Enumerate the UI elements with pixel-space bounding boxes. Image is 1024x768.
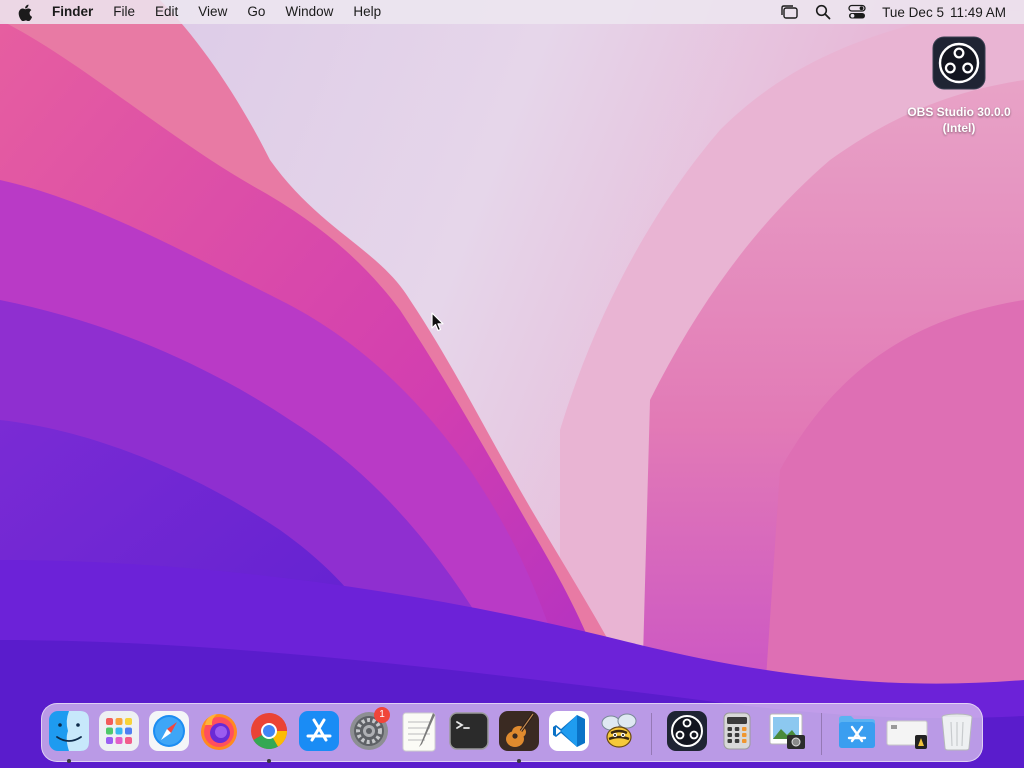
dock-item-downloads[interactable] [835,709,879,755]
dock-item-bee-app[interactable] [597,709,641,755]
terminal-icon [449,712,489,750]
dock-item-calculator[interactable] [715,709,759,755]
dock-item-launchpad[interactable] [97,709,141,755]
desktop-icon-obs-studio[interactable]: OBS Studio 30.0.0 (Intel) [896,36,1022,136]
menu-clock[interactable]: Tue Dec 5 11:49 AM [874,5,1014,20]
obs-icon [667,711,707,751]
control-center-icon[interactable] [840,0,874,24]
dock-separator [651,713,652,755]
dock-item-trash[interactable] [935,709,979,755]
dock: 1 [41,703,983,763]
apple-icon[interactable] [18,3,34,21]
menu-bar: Finder File Edit View Go Window Help Tue… [0,0,1024,24]
obs-icon [932,36,986,90]
running-indicator [517,759,521,763]
menu-edit[interactable]: Edit [145,0,188,24]
dock-item-obs[interactable] [665,709,709,755]
preview-icon [769,713,805,749]
dock-item-terminal[interactable] [447,709,491,755]
wallpaper [0,0,1024,768]
dock-item-safari[interactable] [147,709,191,755]
bee-app-icon [601,713,637,748]
dock-item-garageband[interactable] [497,709,541,763]
menu-go[interactable]: Go [237,0,275,24]
finder-icon [49,711,89,751]
running-indicator [267,759,271,763]
menu-help[interactable]: Help [343,0,391,24]
clock-date: Tue Dec 5 [882,4,944,20]
downloads-folder-icon [839,716,875,748]
notification-badge: 1 [374,707,390,723]
desktop-icon-label: OBS Studio 30.0.0 (Intel) [907,105,1011,135]
stage-manager-icon[interactable] [772,0,806,24]
dock-item-file-stack[interactable] [885,709,929,755]
running-indicator [67,759,71,763]
dock-item-system-settings[interactable]: 1 [347,707,391,755]
garageband-icon [499,711,539,751]
desktop[interactable]: Finder File Edit View Go Window Help Tue… [0,0,1024,768]
dock-item-chrome[interactable] [247,709,291,763]
dock-item-app-store[interactable] [297,709,341,755]
safari-icon [149,711,189,751]
firefox-icon [201,714,237,750]
clock-time: 11:49 AM [949,4,1006,20]
dock-item-firefox[interactable] [197,709,241,755]
menu-window[interactable]: Window [275,0,343,24]
textedit-icon [402,712,436,752]
file-stack-icon [886,720,928,749]
launchpad-icon [99,711,139,751]
dock-separator [821,713,822,755]
dock-item-finder[interactable] [47,709,91,763]
app-store-icon [299,711,339,751]
trash-icon [941,713,973,751]
mouse-cursor-icon [431,312,444,332]
search-icon[interactable] [806,0,840,24]
vscode-icon [549,711,589,751]
calculator-icon [723,712,751,750]
chrome-icon [251,713,287,750]
dock-item-preview[interactable] [765,709,809,755]
dock-item-textedit[interactable] [397,709,441,755]
menu-app-finder[interactable]: Finder [52,0,103,24]
dock-item-vscode[interactable] [547,709,591,755]
menu-file[interactable]: File [103,0,145,24]
menu-view[interactable]: View [188,0,237,24]
